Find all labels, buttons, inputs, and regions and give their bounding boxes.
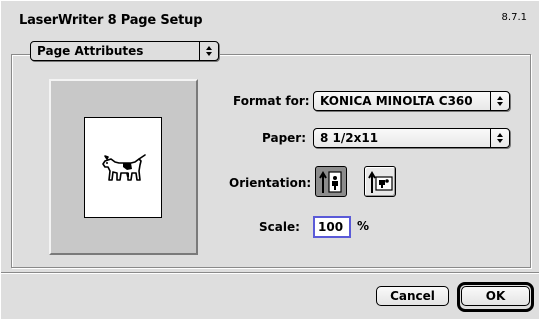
orientation-label: Orientation:: [229, 176, 312, 190]
section-popup-menu[interactable]: Page Attributes: [30, 41, 219, 61]
preview-paper: [84, 117, 162, 218]
scale-unit: %: [357, 219, 370, 233]
popup-arrows-icon: [490, 129, 509, 147]
scale-input[interactable]: 100: [313, 216, 351, 238]
ok-button[interactable]: OK: [461, 286, 530, 306]
format-for-value: KONICA MINOLTA C360: [320, 94, 473, 108]
section-popup-value: Page Attributes: [37, 44, 144, 58]
paper-label: Paper:: [262, 131, 307, 145]
popup-arrows-icon: [199, 42, 218, 60]
cancel-button[interactable]: Cancel: [376, 286, 449, 306]
portrait-orientation-icon: [319, 170, 342, 193]
page-setup-dialog: LaserWriter 8 Page Setup 8.7.1 Page Attr…: [0, 0, 539, 319]
version-label: 8.7.1: [501, 12, 527, 23]
paper-value: 8 1/2x11: [320, 131, 379, 145]
landscape-orientation-button[interactable]: [364, 166, 396, 197]
format-for-label: Format for:: [233, 94, 310, 108]
footer-separator: [1, 272, 539, 274]
dialog-title: LaserWriter 8 Page Setup: [19, 13, 203, 28]
scale-label: Scale:: [259, 220, 300, 234]
popup-arrows-icon: [490, 92, 509, 110]
dogcow-icon: [102, 154, 146, 181]
format-for-popup[interactable]: KONICA MINOLTA C360: [313, 91, 510, 111]
paper-popup[interactable]: 8 1/2x11: [313, 128, 510, 148]
page-preview: [49, 79, 198, 255]
portrait-orientation-button[interactable]: [315, 166, 347, 197]
landscape-orientation-icon: [368, 170, 393, 193]
